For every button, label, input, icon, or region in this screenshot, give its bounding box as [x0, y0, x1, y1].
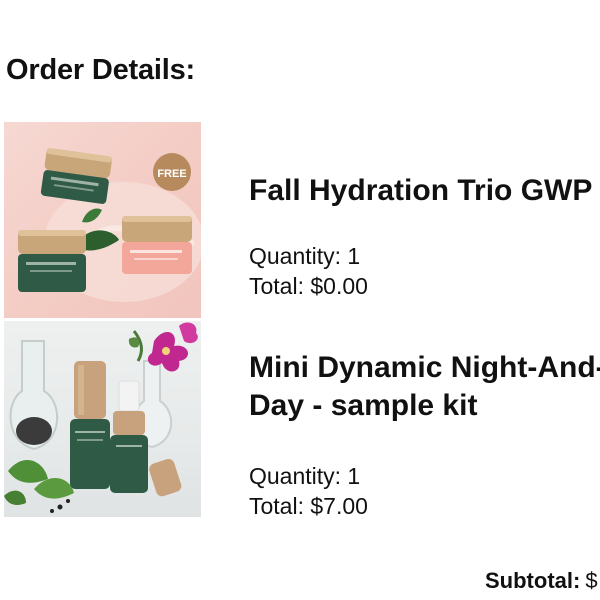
- subtotal-row: Subtotal: $: [485, 568, 598, 594]
- item-name-line: Fall Hydration Trio GWP: [249, 174, 593, 207]
- item-meta: Quantity: 1 Total: $7.00: [249, 461, 368, 521]
- item-quantity: Quantity: 1: [249, 463, 361, 489]
- svg-text:FREE: FREE: [157, 168, 186, 180]
- page-title: Order Details:: [6, 54, 195, 86]
- item-name[interactable]: Mini Dynamic Night-And- Day - sample kit: [249, 349, 600, 425]
- item-name[interactable]: Fall Hydration Trio GWP: [249, 172, 592, 210]
- subtotal-value: $: [585, 568, 598, 593]
- order-item: Mini Dynamic Night-And- Day - sample kit…: [0, 321, 600, 519]
- item-total: Total: $0.00: [249, 273, 368, 299]
- item-total: Total: $7.00: [249, 493, 368, 519]
- order-item: FREE Fall Hydration Trio GWP Quantity: 1…: [0, 122, 600, 320]
- item-meta: Quantity: 1 Total: $0.00: [249, 241, 368, 301]
- item-name-line: Day - sample kit: [249, 389, 478, 422]
- subtotal-label: Subtotal:: [485, 568, 581, 593]
- serum-bottles-image: [4, 322, 198, 513]
- item-name-line: Mini Dynamic Night-And-: [249, 351, 600, 384]
- product-image[interactable]: FREE: [4, 122, 201, 318]
- item-quantity: Quantity: 1: [249, 243, 361, 269]
- product-image[interactable]: [4, 321, 201, 517]
- skincare-jars-image: FREE: [18, 148, 201, 302]
